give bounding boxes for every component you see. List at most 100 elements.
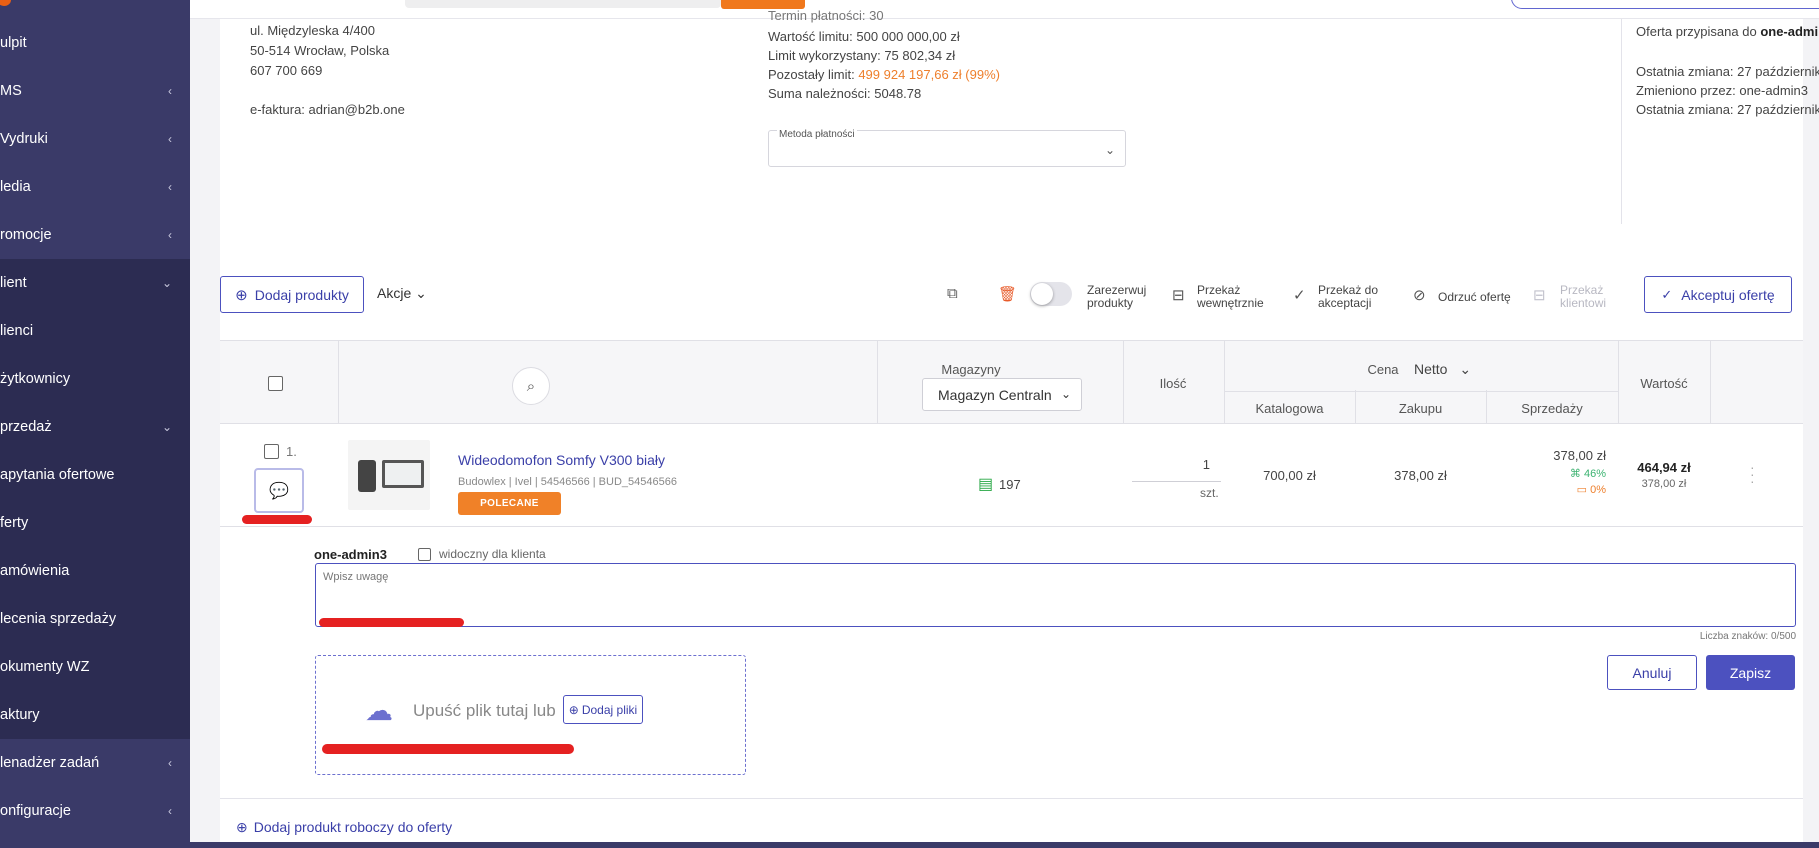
visible-to-client-checkbox[interactable]	[418, 548, 431, 561]
sidebar-item-cms[interactable]: MS ‹	[0, 67, 190, 115]
row-index: 1.	[286, 444, 297, 459]
accept-offer-label: Akceptuj ofertę	[1681, 286, 1775, 303]
transfer-internal-icon[interactable]: ⊟	[1172, 286, 1185, 304]
plus-circle-icon: ⊕	[568, 702, 579, 717]
add-draft-product-link[interactable]: ⊕ Dodaj produkt roboczy do oferty	[236, 819, 452, 836]
offer-assigned: Oferta przypisana do one-admin3	[1636, 24, 1819, 39]
stock-list-icon[interactable]: ▤	[978, 474, 993, 494]
sidebar-item-label: amówienia	[0, 563, 70, 579]
actions-label: Akcje	[377, 285, 412, 301]
comment-textarea[interactable]: Wpisz uwagę	[315, 563, 1796, 627]
product-image[interactable]	[348, 440, 430, 510]
to-accept-line-2: akceptacji	[1318, 296, 1372, 310]
product-name-link[interactable]: Wideodomofon Somfy V300 biały	[458, 452, 665, 468]
efaktura-label: e-faktura:	[250, 102, 305, 117]
transfer-internal-button[interactable]: Przekaż wewnętrznie	[1197, 284, 1264, 310]
reserve-line-1: Zarezerwuj	[1087, 283, 1147, 297]
quantity-unit: szt.	[1200, 486, 1219, 500]
to-client-line-1: Przekaż	[1560, 283, 1604, 297]
sidebar-item-users[interactable]: żytkownicy	[0, 355, 190, 403]
quantity-input[interactable]: 1	[1180, 457, 1210, 472]
changed-by-label: Zmieniono przez:	[1636, 83, 1736, 98]
comment-icon[interactable]: 💬	[254, 468, 304, 513]
reserve-line-2: produkty	[1087, 296, 1134, 310]
sidebar-item-clients[interactable]: lienci	[0, 307, 190, 355]
client-address-street: ul. Międzyleska 4/400	[250, 23, 376, 38]
cancel-button[interactable]: Anuluj	[1607, 655, 1697, 690]
check-circle-icon[interactable]: ✓	[1293, 286, 1306, 304]
logo	[0, 0, 11, 6]
credit-limit: Wartość limitu: 500 000 000,00 zł	[768, 29, 960, 44]
products-table: ⌕ Magazyny Magazyn Centraln ⌄ Ilość Cena …	[220, 340, 1803, 527]
limit-used-label: Limit wykorzystany:	[768, 48, 881, 63]
reserve-products-toggle[interactable]	[1030, 282, 1072, 306]
to-accept-line-1: Przekaż do	[1318, 283, 1379, 297]
sidebar-item-sales-orders[interactable]: lecenia sprzedaży	[0, 595, 190, 643]
send-to-client-button[interactable]: Przekaż klientowi	[1560, 284, 1606, 310]
file-drop-zone[interactable]: ☁ Upuść plik tutaj lub ⊕ Dodaj pliki	[315, 655, 746, 775]
col-purchase-price: Zakupu	[1398, 401, 1443, 416]
last-change-2-value: 27 października 2022 15:24	[1737, 102, 1819, 117]
trash-icon[interactable]: 🗑	[998, 285, 1017, 303]
sales-price[interactable]: 378,00 zł	[1486, 448, 1606, 463]
comment-author: one-admin3	[314, 547, 387, 562]
sidebar-item-task-manager[interactable]: lenadżer zadań ‹	[0, 739, 190, 787]
sidebar-item-invoices[interactable]: aktury	[0, 691, 190, 739]
limit-used: Limit wykorzystany: 75 802,34 zł	[768, 48, 955, 63]
sidebar-item-label: ulpit	[0, 35, 27, 51]
app-root: ulpit MS ‹ Vydruki ‹ ledia ‹ romocje ‹ lient…	[0, 0, 1819, 848]
divider	[220, 798, 1803, 799]
top-search-input[interactable]	[405, 0, 721, 8]
limit-remaining-value: 499 924 197,66 zł (99%)	[858, 67, 1000, 82]
catalog-price: 700,00 zł	[1263, 468, 1316, 483]
add-products-button[interactable]: ⊕ Dodaj produkty	[220, 276, 364, 313]
stock-quantity: 197	[999, 477, 1021, 492]
add-files-button[interactable]: ⊕ Dodaj pliki	[563, 695, 643, 724]
sidebar-item-configuration[interactable]: onfiguracje ‹	[0, 787, 190, 835]
more-vertical-icon[interactable]: · · ·	[1750, 460, 1755, 488]
chevron-left-icon: ‹	[168, 804, 172, 818]
col-sales-price: Sprzedaży	[1521, 401, 1583, 416]
send-to-acceptance-button[interactable]: Przekaż do akceptacji	[1318, 284, 1378, 310]
select-all-checkbox[interactable]	[268, 376, 283, 391]
reject-offer-button[interactable]: Odrzuć ofertę	[1438, 291, 1511, 304]
debt-sum-value: 5048.78	[874, 86, 922, 101]
price-mode-select[interactable]: Netto ⌄	[1414, 361, 1471, 378]
sidebar-item-label: romocje	[0, 227, 52, 243]
redaction-mark	[242, 515, 312, 524]
debt-sum-label: Suma należności:	[768, 86, 871, 101]
to-client-line-2: klientowi	[1560, 296, 1607, 310]
sidebar-item-label: ledia	[0, 179, 31, 195]
chevron-left-icon: ‹	[168, 84, 172, 98]
copy-icon[interactable]: ⧉	[947, 285, 958, 302]
sidebar-item-sales[interactable]: przedaż ⌄	[0, 403, 190, 451]
search-icon[interactable]: ⌕	[512, 367, 550, 405]
warehouse-select[interactable]: Magazyn Centraln ⌄	[922, 378, 1082, 411]
payment-method-select[interactable]: Metoda płatności ⌄	[768, 129, 1126, 167]
actions-dropdown[interactable]: Akcje ⌄	[377, 285, 427, 301]
sidebar-item-prints[interactable]: Vydruki ‹	[0, 115, 190, 163]
payment-method-caption: Metoda płatności	[777, 129, 857, 140]
sidebar-item-orders[interactable]: amówienia	[0, 547, 190, 595]
client-efaktura: e-faktura: adrian@b2b.one	[250, 102, 405, 117]
row-checkbox[interactable]	[264, 444, 279, 459]
sidebar-item-inquiries[interactable]: apytania ofertowe	[0, 451, 190, 499]
ban-icon[interactable]: ⊘	[1413, 286, 1426, 304]
sidebar-item-offers[interactable]: ferty	[0, 499, 190, 547]
recommended-badge: POLECANE	[458, 492, 561, 515]
last-change-value: 27 października 2022 15:24	[1737, 64, 1819, 79]
sidebar-item-media[interactable]: ledia ‹	[0, 163, 190, 211]
offer-info-panel: ul. Międzyleska 4/400 50-514 Wrocław, Po…	[220, 8, 1819, 255]
sidebar-item-client[interactable]: lient ⌄	[0, 259, 190, 307]
accept-offer-button[interactable]: ✓ Akceptuj ofertę	[1644, 276, 1792, 313]
sidebar-item-dashboard[interactable]: ulpit	[0, 19, 190, 67]
table-header: ⌕ Magazyny Magazyn Centraln ⌄ Ilość Cena …	[220, 340, 1803, 424]
top-pill-button[interactable]	[1511, 0, 1819, 9]
bottom-bar	[190, 842, 1819, 848]
redaction-mark	[322, 744, 574, 754]
sidebar-item-wz-documents[interactable]: okumenty WZ	[0, 643, 190, 691]
row-value-gross: 464,94 zł	[1637, 460, 1691, 475]
internal-line-2: wewnętrznie	[1197, 296, 1264, 310]
save-button[interactable]: Zapisz	[1706, 655, 1795, 690]
sidebar-item-promotions[interactable]: romocje ‹	[0, 211, 190, 259]
